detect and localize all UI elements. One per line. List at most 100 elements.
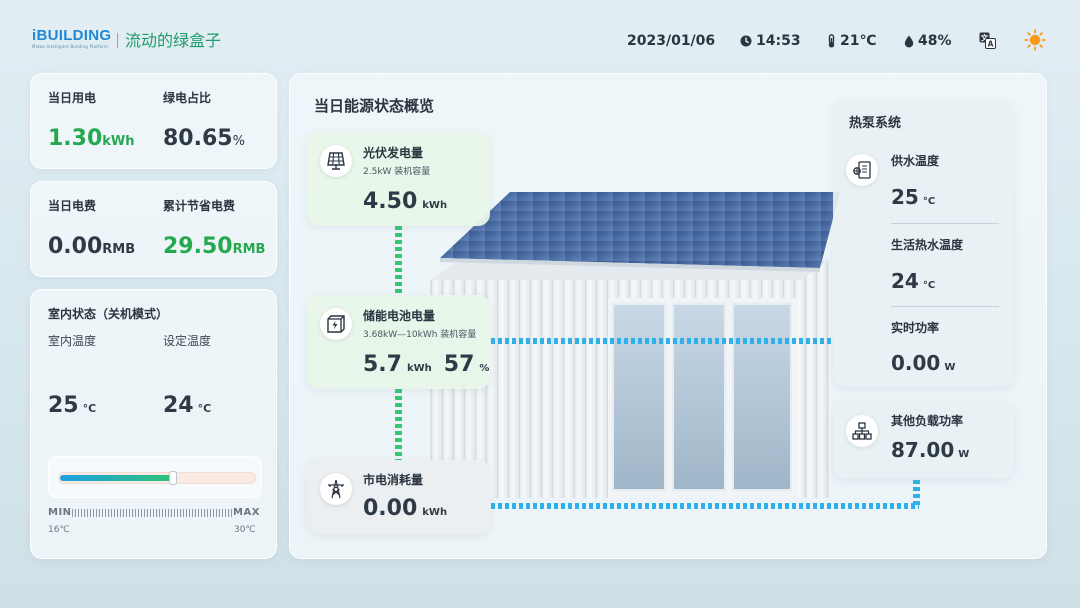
pv-icon-wrap xyxy=(320,145,352,177)
green-ratio-number: 80.65 xyxy=(163,126,233,151)
heat-pump-title: 热泵系统 xyxy=(849,116,902,131)
battery-capacity: 3.68kW—10kWh 装机容量 xyxy=(363,330,477,340)
battery-title: 储能电池电量 xyxy=(363,309,436,323)
weather-button[interactable] xyxy=(1024,29,1046,55)
slider-ticks xyxy=(72,509,232,517)
hot-water-value: 24 °C xyxy=(891,268,935,299)
grid-unit: kWh xyxy=(422,507,448,518)
supply-temp-value: 25 °C xyxy=(891,184,935,215)
indoor-temp-number: 25 xyxy=(48,393,79,418)
grid-to-load-flow xyxy=(491,503,919,509)
battery-box-icon xyxy=(327,315,345,333)
slider-min-value: 16℃ xyxy=(48,525,70,535)
other-load-value: 87.00 W xyxy=(891,437,969,468)
grid-number: 0.00 xyxy=(363,496,418,521)
header-humidity: 48% xyxy=(904,31,952,51)
realtime-power-value: 0.00 W xyxy=(891,350,955,381)
sun-icon xyxy=(1024,29,1046,51)
savings-unit: RMB xyxy=(232,242,266,257)
indoor-temp-unit: °C xyxy=(82,402,97,415)
pv-to-battery-flow xyxy=(395,226,402,296)
pv-title: 光伏发电量 xyxy=(363,146,424,160)
realtime-power-number: 0.00 xyxy=(891,351,941,375)
other-load-icon-wrap xyxy=(846,415,878,447)
set-temp-unit: °C xyxy=(197,402,212,415)
power-tower-icon xyxy=(328,479,344,499)
daily-use-value: 1.30kWh xyxy=(48,125,135,156)
grid-value: 0.00 kWh xyxy=(363,495,447,527)
slider-min-label: MIN xyxy=(48,507,72,518)
other-load-number: 87.00 xyxy=(891,438,955,462)
thermometer-icon xyxy=(828,34,835,48)
savings-value: 29.50RMB xyxy=(163,233,265,264)
hot-water-unit: °C xyxy=(922,280,936,291)
droplet-icon xyxy=(904,35,914,47)
temperature-text: 21℃ xyxy=(840,33,877,49)
supply-temp-number: 25 xyxy=(891,185,919,209)
header-temperature: 21℃ xyxy=(827,31,876,51)
overview-title: 当日能源状态概览 xyxy=(314,97,435,115)
other-load-unit: W xyxy=(958,449,970,460)
pv-capacity: 2.5kW 装机容量 xyxy=(363,167,431,177)
green-ratio-unit: % xyxy=(232,134,245,149)
indoor-status-title: 室内状态（关机模式） xyxy=(48,307,169,321)
humidity-text: 48% xyxy=(918,33,952,49)
heat-pump-divider-2 xyxy=(891,306,999,307)
temperature-slider-thumb[interactable] xyxy=(169,471,177,485)
heat-pump-icon xyxy=(853,161,871,179)
realtime-power-unit: W xyxy=(944,362,956,373)
app-logo: iBUILDING Mideo Intelligent Building Pla… xyxy=(32,28,122,50)
pv-value: 4.50 kWh xyxy=(363,188,447,220)
network-load-icon xyxy=(852,422,872,440)
hot-water-number: 24 xyxy=(891,269,919,293)
hot-water-label: 生活热水温度 xyxy=(891,238,964,252)
solar-panel-icon xyxy=(327,152,345,170)
savings-label: 累计节省电费 xyxy=(163,199,236,213)
battery-value: 5.7 kWh 57% xyxy=(363,351,489,383)
battery-unit: kWh xyxy=(406,363,432,374)
realtime-power-label: 实时功率 xyxy=(891,321,940,335)
time-text: 14:53 xyxy=(756,33,801,49)
battery-percent-unit: % xyxy=(479,363,490,374)
set-temp-number: 24 xyxy=(163,393,194,418)
temperature-slider-fill xyxy=(60,475,173,481)
load-connector-flow xyxy=(913,480,920,508)
language-button[interactable]: 文 A xyxy=(979,32,996,53)
set-temp-label: 设定温度 xyxy=(163,334,212,348)
header-date: 2023/01/06 xyxy=(627,31,715,51)
logo-text: iBUILDING xyxy=(32,27,112,44)
pv-number: 4.50 xyxy=(363,189,418,214)
savings-number: 29.50 xyxy=(163,234,233,259)
daily-cost-number: 0.00 xyxy=(48,234,103,259)
daily-use-label: 当日用电 xyxy=(48,91,97,105)
svg-text:A: A xyxy=(988,40,994,49)
pv-unit: kWh xyxy=(422,200,448,211)
slider-max-value: 30℃ xyxy=(234,525,256,535)
green-ratio-value: 80.65% xyxy=(163,125,245,156)
set-temp-value: 24 °C xyxy=(163,392,211,423)
slider-max-label: MAX xyxy=(233,507,260,518)
grid-title: 市电消耗量 xyxy=(363,473,424,487)
clock-icon xyxy=(740,35,752,47)
daily-use-unit: kWh xyxy=(102,134,135,149)
translate-icon: 文 A xyxy=(979,32,996,49)
daily-use-number: 1.30 xyxy=(48,126,103,151)
battery-icon-wrap xyxy=(320,308,352,340)
battery-percent: 57 xyxy=(443,352,475,377)
daily-cost-label: 当日电费 xyxy=(48,199,97,213)
battery-to-house-flow xyxy=(491,338,833,344)
date-text: 2023/01/06 xyxy=(627,33,716,49)
daily-cost-value: 0.00RMB xyxy=(48,233,135,264)
logo-subtitle: Mideo Intelligent Building Platform xyxy=(32,44,109,49)
indoor-temp-value: 25 °C xyxy=(48,392,96,423)
supply-temp-label: 供水温度 xyxy=(891,154,940,168)
header-time: 14:53 xyxy=(740,31,801,51)
app-slogan: 流动的绿盒子 xyxy=(125,31,222,50)
supply-temp-unit: °C xyxy=(922,196,936,207)
logo-divider xyxy=(117,33,118,48)
indoor-temp-label: 室内温度 xyxy=(48,334,97,348)
heat-pump-divider-1 xyxy=(891,223,999,224)
daily-cost-unit: RMB xyxy=(102,242,136,257)
battery-number: 5.7 xyxy=(363,352,402,377)
battery-to-grid-flow xyxy=(395,389,402,461)
